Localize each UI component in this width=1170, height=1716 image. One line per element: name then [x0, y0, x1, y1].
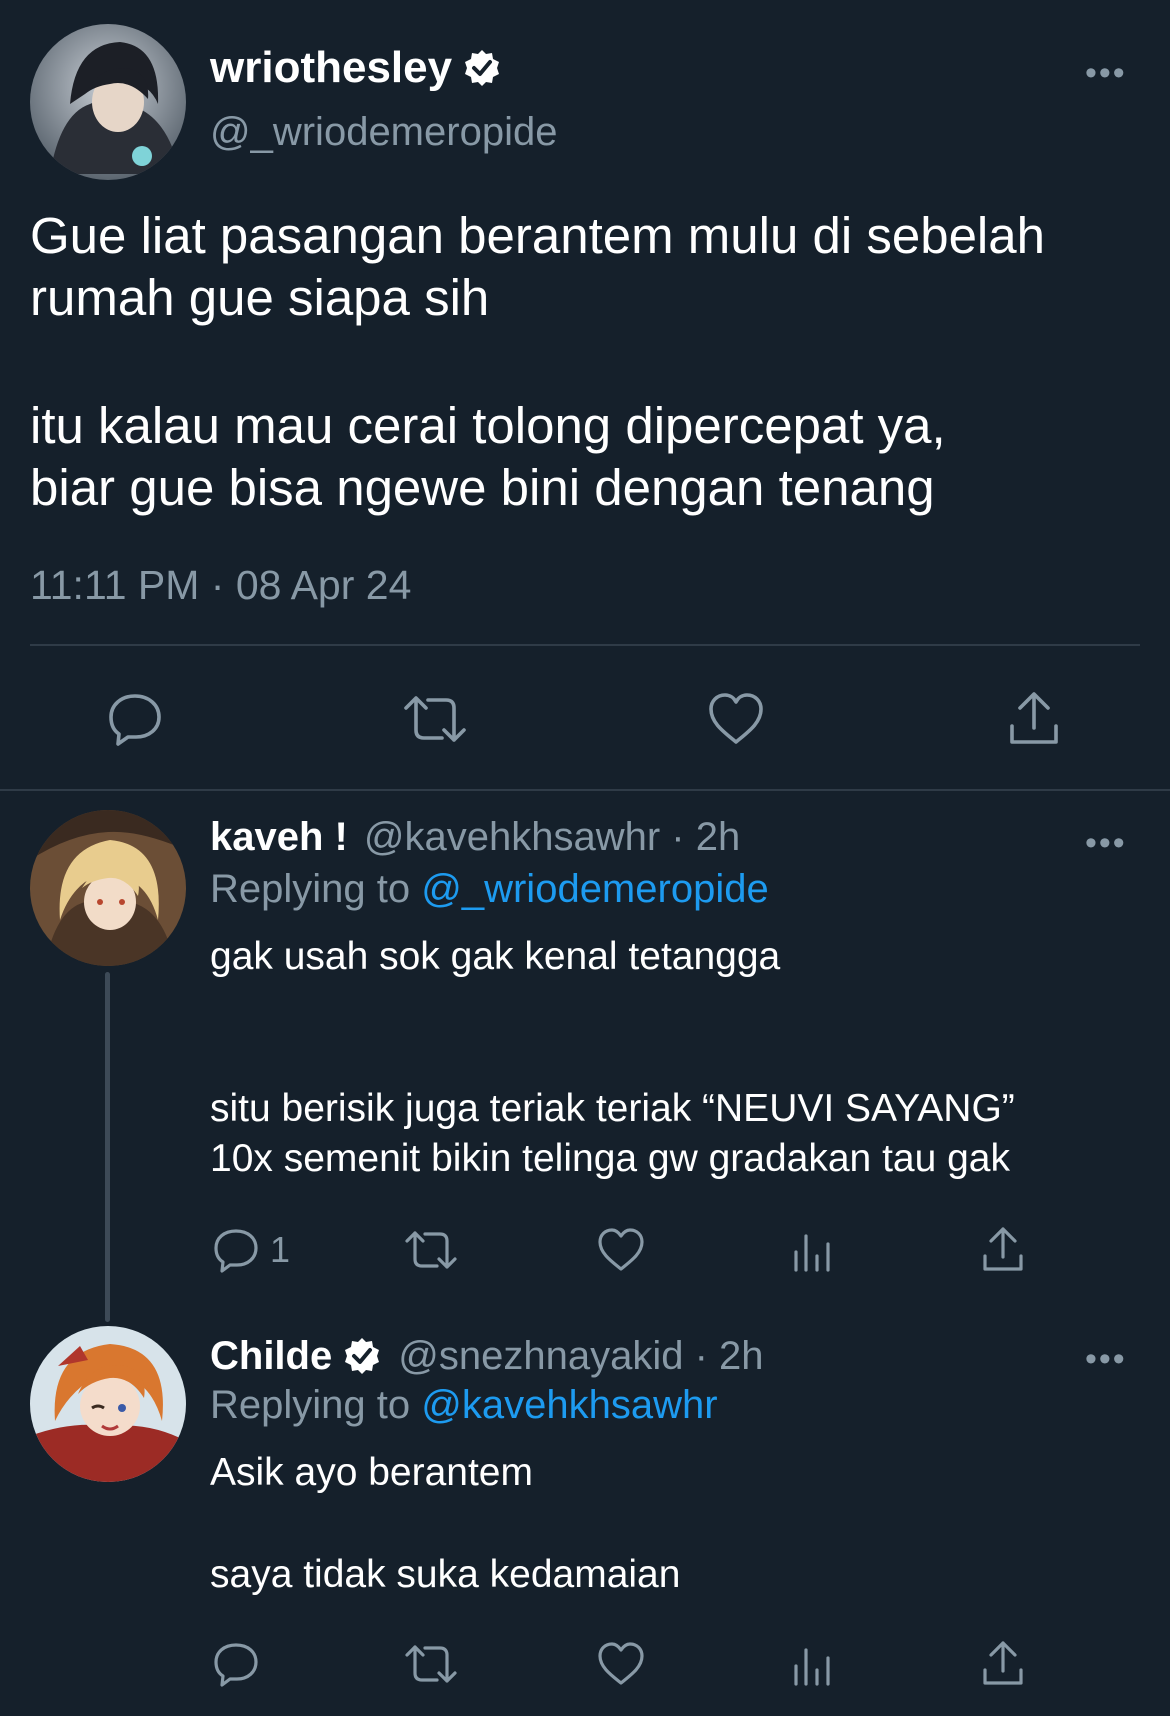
avatar-kaveh[interactable]: [30, 810, 186, 966]
verified-badge-icon: [462, 48, 502, 88]
divider: [30, 644, 1140, 646]
divider: [0, 789, 1170, 791]
avatar-childe[interactable]: [30, 1326, 186, 1482]
handle-and-time[interactable]: @kavehkhsawhr · 2h: [364, 815, 740, 860]
reply-text: saya tidak suka kedamaian: [210, 1550, 680, 1600]
replying-to-handle-link[interactable]: @kavehkhsawhr: [421, 1383, 717, 1427]
replying-to: Replying to @kavehkhsawhr: [210, 1380, 718, 1430]
retweet-icon[interactable]: [402, 1640, 460, 1688]
more-options-icon[interactable]: •••: [1085, 56, 1127, 90]
display-name[interactable]: Childe: [210, 1334, 332, 1379]
tweet-text-line: itu kalau mau cerai tolong dipercepat ya…: [30, 397, 946, 454]
reply-text-line: saya tidak suka kedamaian: [210, 1553, 681, 1596]
reply-text-line: Asik ayo berantem: [210, 1451, 533, 1494]
reply-icon[interactable]: [212, 1640, 260, 1688]
verified-badge-icon: [342, 1336, 382, 1376]
handle-and-time[interactable]: @snezhnayakid · 2h: [398, 1334, 763, 1379]
reply-icon[interactable]: 1: [212, 1226, 290, 1274]
share-icon[interactable]: [1006, 688, 1062, 748]
reply-text-line: gak usah sok gak kenal tetangga: [210, 935, 781, 978]
reply-text: gak usah sok gak kenal tetangga: [210, 932, 780, 982]
like-icon[interactable]: [596, 1640, 646, 1688]
tweet-timestamp[interactable]: 11:11 PM · 08 Apr 24: [30, 560, 411, 610]
reply-text: Asik ayo berantem: [210, 1448, 533, 1498]
replying-to-handle-link[interactable]: @_wriodemeropide: [421, 867, 768, 911]
replying-to-label: Replying to: [210, 1383, 411, 1427]
share-icon[interactable]: [980, 1638, 1026, 1688]
views-icon[interactable]: [790, 1640, 836, 1688]
display-name[interactable]: wriothesley: [210, 43, 452, 93]
more-options-icon[interactable]: •••: [1085, 826, 1127, 860]
retweet-icon[interactable]: [400, 690, 470, 748]
display-name[interactable]: kaveh !: [210, 815, 348, 860]
reply-count: 1: [270, 1229, 291, 1270]
more-options-icon[interactable]: •••: [1085, 1342, 1127, 1376]
thread-line: [105, 972, 110, 1322]
reply-text: situ berisik juga teriak teriak “NEUVI S…: [210, 1084, 1015, 1184]
tweet-text: Gue liat pasangan berantem mulu di sebel…: [30, 205, 1045, 519]
tweet-text-line: rumah gue siapa sih: [30, 269, 490, 326]
replying-to: Replying to @_wriodemeropide: [210, 864, 769, 914]
like-icon[interactable]: [596, 1226, 646, 1274]
like-icon[interactable]: [706, 690, 766, 748]
avatar-wriothesley[interactable]: [30, 24, 186, 180]
tweet-text-line: biar gue bisa ngewe bini dengan tenang: [30, 459, 935, 516]
handle[interactable]: @_wriodemeropide: [210, 108, 557, 156]
reply-icon[interactable]: [106, 690, 164, 748]
share-icon[interactable]: [980, 1224, 1026, 1274]
reply-text-line: situ berisik juga teriak teriak “NEUVI S…: [210, 1087, 1015, 1130]
replying-to-label: Replying to: [210, 867, 411, 911]
reply-text-line: 10x semenit bikin telinga gw gradakan ta…: [210, 1137, 1010, 1180]
views-icon[interactable]: [790, 1226, 836, 1274]
tweet-text-line: Gue liat pasangan berantem mulu di sebel…: [30, 207, 1045, 264]
retweet-icon[interactable]: [402, 1226, 460, 1274]
